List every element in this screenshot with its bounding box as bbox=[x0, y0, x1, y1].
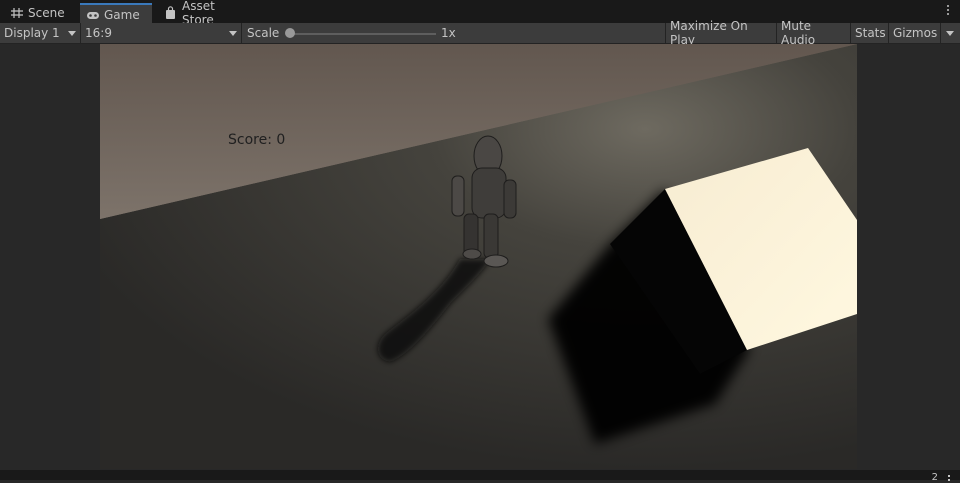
divider bbox=[241, 23, 242, 43]
scale-slider-track[interactable] bbox=[288, 33, 436, 35]
stats-button[interactable]: Stats bbox=[850, 23, 888, 43]
maximize-on-play-button[interactable]: Maximize On Play bbox=[665, 19, 774, 47]
score-label: Score: 0 bbox=[228, 132, 286, 148]
gamepad-icon bbox=[86, 8, 100, 22]
tab-scene-label: Scene bbox=[28, 5, 65, 20]
tab-game-label: Game bbox=[104, 7, 140, 22]
aspect-ratio-value: 16:9 bbox=[85, 26, 112, 40]
display-dropdown[interactable]: Display 1 bbox=[0, 23, 80, 43]
gizmos-button[interactable]: Gizmos bbox=[888, 23, 940, 43]
mute-audio-button[interactable]: Mute Audio bbox=[776, 19, 850, 47]
chevron-down-icon bbox=[946, 31, 954, 36]
status-count: 2 bbox=[931, 472, 938, 483]
game-render bbox=[100, 44, 857, 469]
display-dropdown-value: Display 1 bbox=[4, 26, 60, 40]
scale-label: Scale bbox=[247, 26, 280, 40]
status-bar bbox=[0, 470, 960, 480]
scene-grid-icon bbox=[10, 6, 24, 20]
more-options-icon[interactable] bbox=[946, 5, 950, 19]
tab-scene[interactable]: Scene bbox=[4, 2, 78, 23]
chevron-down-icon bbox=[229, 31, 237, 36]
chevron-down-icon bbox=[68, 31, 76, 36]
game-viewport[interactable]: Score: 0 bbox=[100, 44, 857, 469]
tab-game[interactable]: Game bbox=[80, 3, 152, 24]
gizmos-dropdown-toggle[interactable] bbox=[940, 23, 960, 43]
game-toolbar: Display 1 16:9 Scale 1x Maximize On Play… bbox=[0, 19, 960, 47]
scale-slider-handle[interactable] bbox=[285, 28, 295, 38]
aspect-ratio-dropdown[interactable]: 16:9 bbox=[81, 23, 241, 43]
tab-asset-store[interactable]: Asset Store bbox=[158, 0, 250, 27]
shopping-bag-icon bbox=[164, 5, 178, 20]
status-more-icon[interactable] bbox=[948, 475, 950, 483]
scale-value: 1x bbox=[441, 26, 456, 40]
